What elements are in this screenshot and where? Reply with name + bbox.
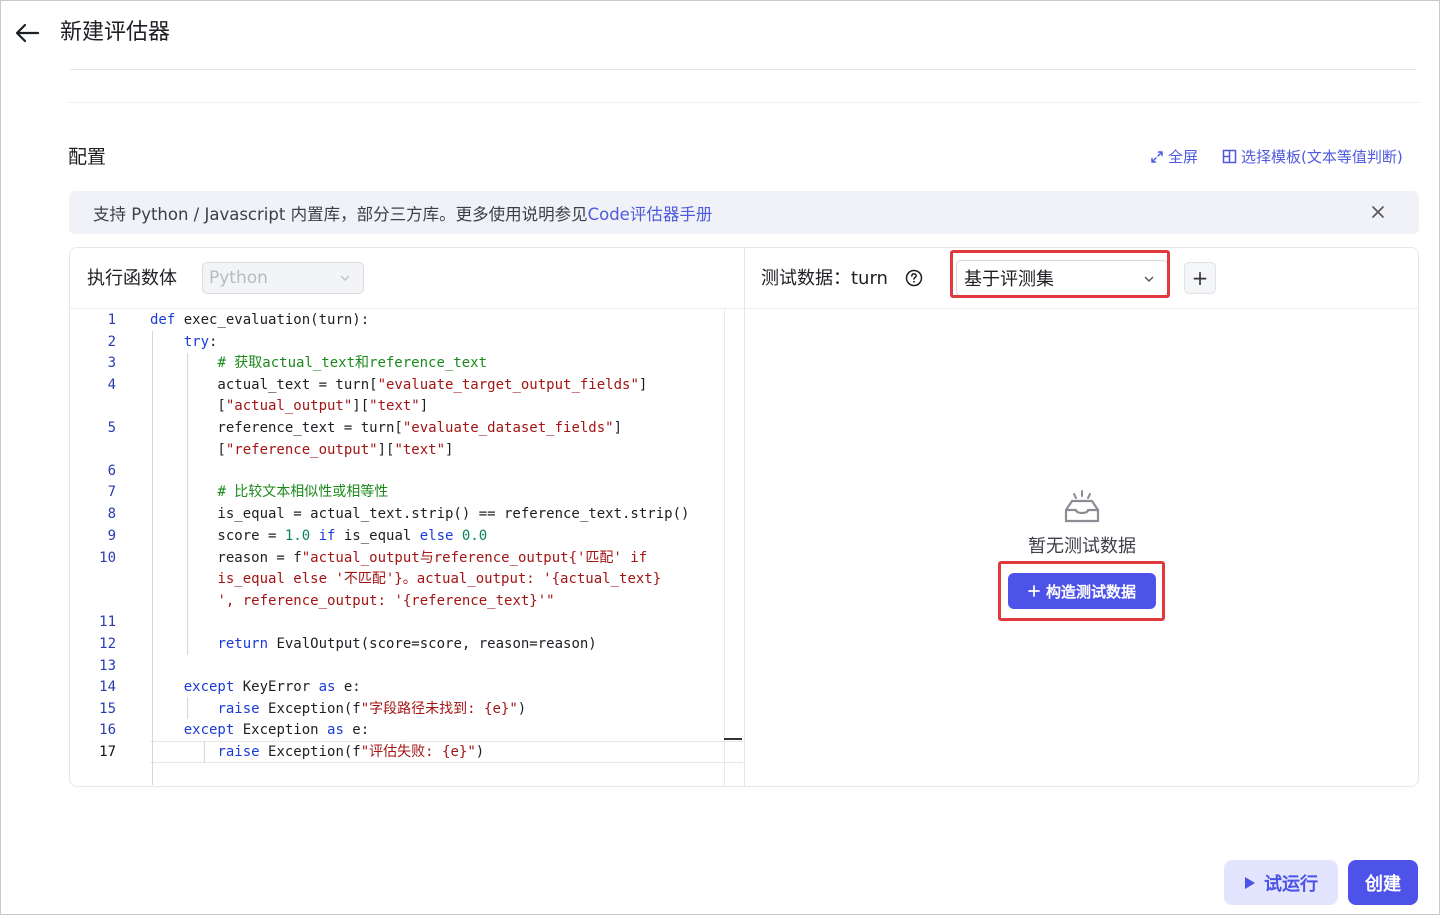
editor-scroll-marker	[724, 738, 742, 740]
code-line: 16 except Exception as e:	[99, 722, 370, 738]
code-line: 5 reference_text = turn["evaluate_datase…	[107, 420, 623, 436]
plus-icon	[1028, 585, 1040, 597]
code-line: 13	[99, 658, 116, 674]
empty-inbox-icon	[1064, 490, 1100, 523]
trial-run-label: 试运行	[1264, 873, 1318, 895]
page-title: 新建评估器	[60, 20, 171, 45]
code-line: 6	[107, 463, 116, 479]
page-header: 新建评估器	[0, 0, 1440, 66]
fullscreen-label: 全屏	[1168, 148, 1199, 166]
code-line: 2 try:	[107, 334, 218, 350]
create-button[interactable]: 创建	[1348, 860, 1418, 905]
dataset-source-select[interactable]: 基于评测集	[956, 260, 1168, 296]
notice-text: 支持 Python / Javascript 内置库，部分三方库。更多使用说明参…	[93, 204, 588, 224]
code-line: 11	[99, 614, 116, 630]
dataset-source-value: 基于评测集	[964, 269, 1054, 290]
code-line: 15 raise Exception(f"字段路径未找到: {e}")	[99, 701, 527, 717]
divider	[68, 102, 1420, 103]
template-label: 选择模板(文本等值判断)	[1241, 148, 1403, 166]
back-arrow-icon[interactable]	[12, 18, 42, 48]
code-line: 1 def exec_evaluation(turn):	[107, 312, 370, 328]
code-line: is_equal else '不匹配'}。actual_output: '{ac…	[217, 571, 662, 587]
config-section-title: 配置	[68, 146, 107, 168]
code-line: 3 # 获取actual_text和reference_text	[107, 355, 488, 371]
code-line: ', reference_output: '{reference_text}'"	[217, 593, 555, 609]
select-template-button[interactable]: 选择模板(文本等值判断)	[1222, 146, 1403, 167]
expand-icon	[1151, 150, 1163, 163]
code-editor[interactable]: 1 def exec_evaluation(turn): 2 try: 3 # 获…	[70, 309, 743, 786]
editor-scrollbar[interactable]	[724, 309, 725, 786]
chevron-down-icon	[340, 275, 350, 281]
close-icon[interactable]	[1369, 203, 1387, 221]
code-line: 4 actual_text = turn["evaluate_target_ou…	[107, 377, 648, 393]
help-icon[interactable]	[905, 269, 923, 287]
chevron-down-icon	[1144, 276, 1154, 282]
code-line: 12 return EvalOutput(score=score, reason…	[99, 636, 597, 652]
language-select: Python	[202, 262, 364, 294]
manual-link[interactable]: Code评估器手册	[588, 201, 713, 225]
code-line: ["actual_output"]["text"]	[150, 398, 429, 414]
build-test-data-button[interactable]: 构造测试数据	[1008, 573, 1156, 609]
divider	[70, 69, 1416, 70]
function-body-label: 执行函数体	[87, 268, 177, 289]
code-line: 7 # 比较文本相似性或相等性	[107, 484, 389, 500]
info-notice: 支持 Python / Javascript 内置库，部分三方库。更多使用说明参…	[69, 191, 1419, 234]
trial-run-button[interactable]: 试运行	[1224, 860, 1338, 905]
code-line: 8 is_equal = actual_text.strip() == refe…	[107, 506, 690, 522]
build-test-data-label: 构造测试数据	[1045, 582, 1136, 601]
code-line: 14 except KeyError as e:	[99, 679, 361, 695]
template-icon	[1222, 149, 1237, 164]
code-line: ["reference_output"]["text"]	[150, 442, 454, 458]
panel-splitter[interactable]	[744, 248, 745, 786]
fullscreen-button[interactable]: 全屏	[1150, 146, 1198, 167]
empty-state-text: 暂无测试数据	[1028, 536, 1136, 557]
play-icon	[1245, 876, 1255, 889]
evaluator-panel: 执行函数体 Python 1 def exec_evaluation(turn):…	[69, 247, 1419, 787]
code-line: 9 score = 1.0 if is_equal else 0.0	[107, 528, 488, 544]
language-value: Python	[209, 268, 268, 288]
code-line: 10 reason = f"actual_output与reference_ou…	[99, 550, 648, 566]
test-data-label: 测试数据：turn	[761, 268, 888, 289]
code-line: 17 raise Exception(f"评估失败: {e}")	[99, 744, 485, 760]
add-test-data-button[interactable]: +	[1184, 262, 1216, 294]
